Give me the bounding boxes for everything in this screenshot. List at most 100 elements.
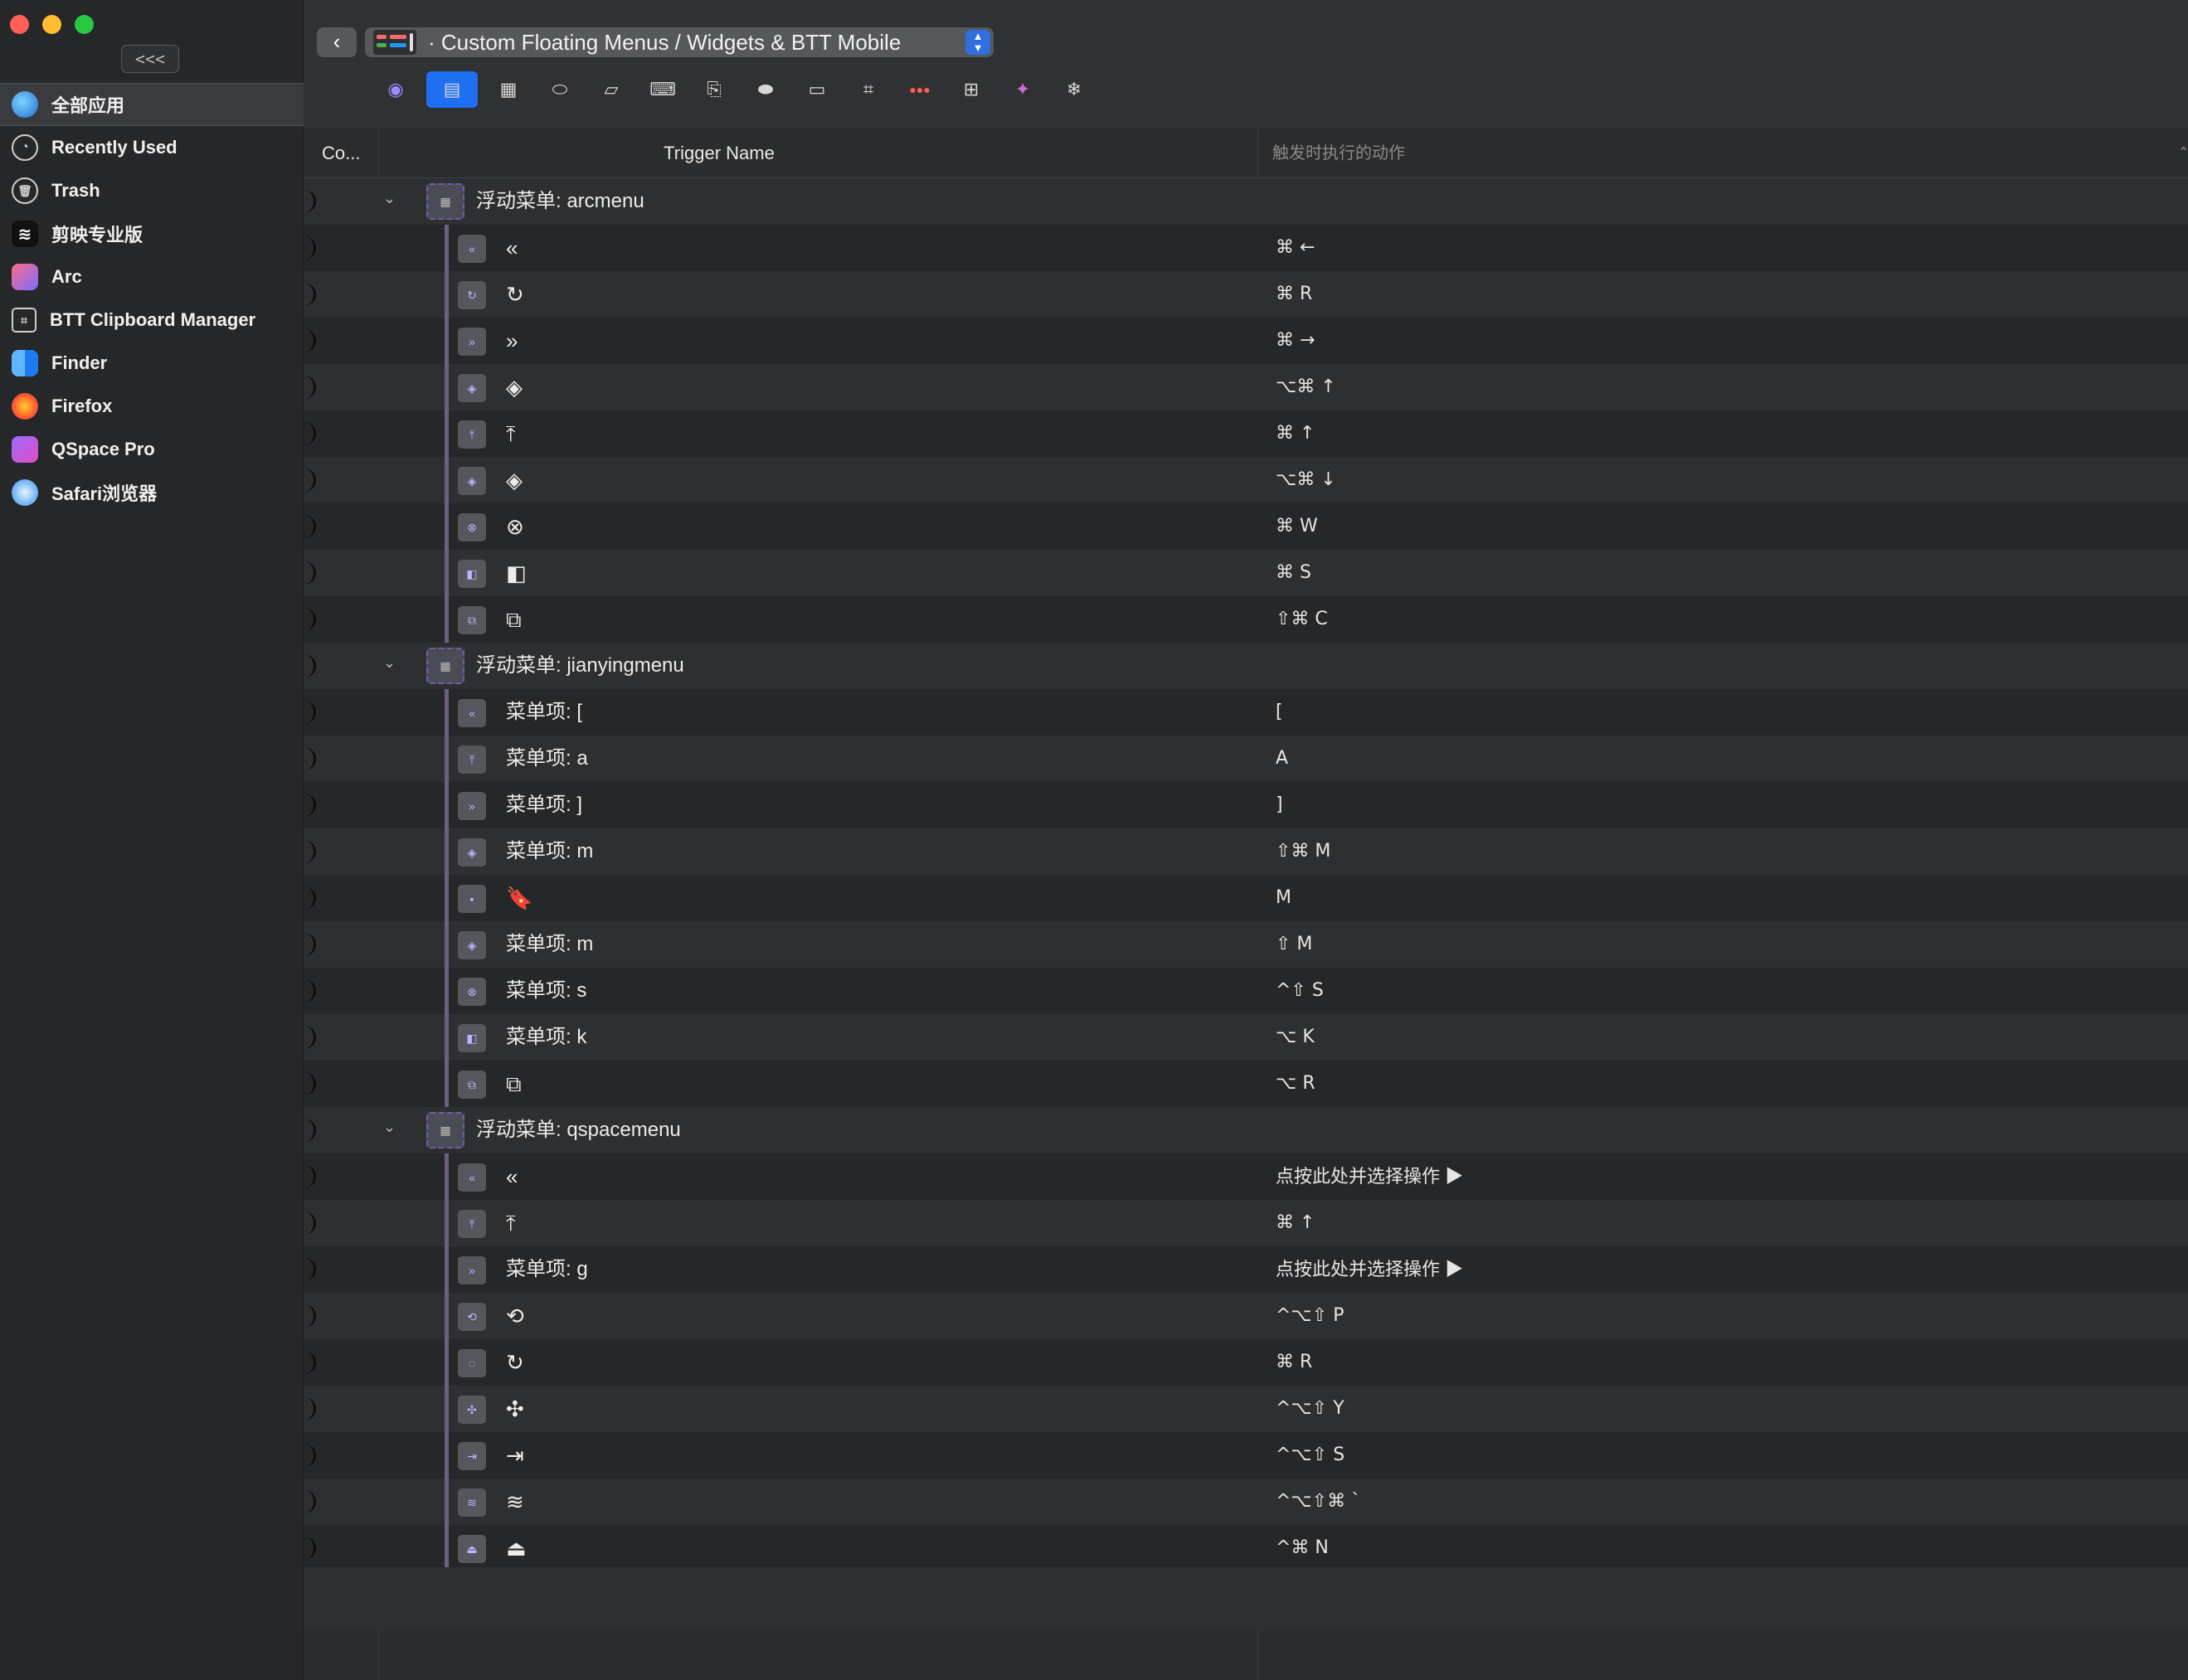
collapse-sidebar-button[interactable]: <<< xyxy=(121,45,179,73)
sidebar-app-item[interactable]: Arc xyxy=(0,255,304,299)
drawing-icon[interactable]: ⌗ xyxy=(848,71,889,108)
action-cell[interactable]: ^⌥⇧ S xyxy=(1276,1432,1344,1478)
sidebar-app-item[interactable]: QSpace Pro xyxy=(0,428,304,471)
chevron-down-icon[interactable]: ⌄ xyxy=(383,190,396,207)
row-enabled-toggle[interactable] xyxy=(304,608,316,631)
action-cell[interactable]: ⌥ R xyxy=(1276,1061,1315,1107)
sidebar-app-item[interactable]: ⌗ BTT Clipboard Manager xyxy=(0,299,304,342)
sidebar-app-item[interactable]: ≋ 剪映专业版 xyxy=(0,212,304,255)
sidebar-app-item[interactable]: ◔ Recently Used xyxy=(0,126,304,169)
menu-group-row[interactable]: ⌄ ▦ 浮动菜单: jianyingmenu xyxy=(304,643,2188,689)
table-row[interactable]: ◈ 菜单项: m ⇧⌘ M xyxy=(304,828,2188,875)
table-row[interactable]: « « 点按此处并选择操作 ▶ xyxy=(304,1153,2188,1200)
column-header-trigger-name[interactable]: Trigger Name xyxy=(304,129,1135,178)
floating-menu-icon[interactable]: ▤ xyxy=(426,71,478,108)
row-enabled-toggle[interactable] xyxy=(304,1119,316,1142)
table-row[interactable]: ⊗ 菜单项: s ^⇧ S xyxy=(304,968,2188,1014)
sidebar-app-item[interactable]: 🗑 Trash xyxy=(0,169,304,212)
zoom-window-button[interactable] xyxy=(75,15,94,34)
automation-icon[interactable]: ❄ xyxy=(1053,71,1095,108)
table-row[interactable]: ◧ 菜单项: k ⌥ K xyxy=(304,1014,2188,1061)
table-row[interactable]: ◌ ↻ ⌘ R xyxy=(304,1339,2188,1386)
key-sequence-icon[interactable]: ⎘ xyxy=(693,71,735,108)
row-enabled-toggle[interactable] xyxy=(304,283,316,306)
table-row[interactable]: » 菜单项: ]] xyxy=(304,782,2188,828)
trigger-category-select[interactable]: · Custom Floating Menus / Widgets & BTT … xyxy=(365,27,994,57)
close-window-button[interactable] xyxy=(10,15,29,34)
table-row[interactable]: ✣ ✣ ^⌥⇧ Y xyxy=(304,1386,2188,1432)
minimize-window-button[interactable] xyxy=(42,15,61,34)
row-enabled-toggle[interactable] xyxy=(304,561,316,585)
row-enabled-toggle[interactable] xyxy=(304,701,316,724)
action-cell[interactable]: ⇧ M xyxy=(1276,921,1312,968)
table-row[interactable]: ◈ ◈ ⌥⌘ ↑ xyxy=(304,364,2188,410)
action-cell[interactable]: ⇧⌘ M xyxy=(1276,828,1330,875)
row-enabled-toggle[interactable] xyxy=(304,1211,316,1235)
magic-mouse-icon[interactable]: ⬭ xyxy=(539,71,581,108)
touch-bar-grid-icon[interactable]: ▦ xyxy=(488,71,529,108)
table-row[interactable]: ↻ ↻ ⌘ R xyxy=(304,271,2188,318)
table-row[interactable]: ▪ 🔖 M xyxy=(304,875,2188,921)
row-enabled-toggle[interactable] xyxy=(304,1444,316,1467)
table-row[interactable]: ◧ ◧ ⌘ S xyxy=(304,550,2188,596)
back-button[interactable]: ‹ xyxy=(317,27,357,57)
row-enabled-toggle[interactable] xyxy=(304,1072,316,1095)
action-cell[interactable]: ^⇧ S xyxy=(1276,968,1324,1014)
action-cell[interactable]: 点按此处并选择操作 ▶ xyxy=(1276,1246,1463,1293)
window-snap-icon[interactable]: ●●● xyxy=(899,71,941,108)
action-cell[interactable]: ] xyxy=(1276,782,1283,828)
trackpad-icon[interactable]: ▱ xyxy=(591,71,632,108)
menu-group-row[interactable]: ⌄ ▦ 浮动菜单: arcmenu xyxy=(304,178,2188,225)
normal-mouse-icon[interactable]: ⬬ xyxy=(745,71,786,108)
table-row[interactable]: ⏏ ⏏ ^⌘ N xyxy=(304,1525,2188,1571)
action-cell[interactable]: 点按此处并选择操作 ▶ xyxy=(1276,1153,1463,1200)
sidebar-app-item[interactable]: Firefox xyxy=(0,385,304,428)
sidebar-app-item[interactable]: Finder xyxy=(0,342,304,385)
sidebar-app-item[interactable]: 全部应用 xyxy=(0,83,304,126)
controller-icon[interactable]: ⊞ xyxy=(951,71,992,108)
row-enabled-toggle[interactable] xyxy=(304,1537,316,1560)
action-cell[interactable]: ⌘ S xyxy=(1276,550,1311,596)
action-cell[interactable]: ⌘ R xyxy=(1276,271,1312,318)
gesture-icon[interactable]: ✦ xyxy=(1002,71,1043,108)
action-cell[interactable]: ⌥ K xyxy=(1276,1014,1315,1061)
table-row[interactable]: « 菜单项: [[ xyxy=(304,689,2188,736)
action-cell[interactable]: ^⌘ N xyxy=(1276,1525,1329,1571)
sidebar-app-item[interactable]: Safari浏览器 xyxy=(0,471,304,514)
row-enabled-toggle[interactable] xyxy=(304,422,316,445)
column-header-action[interactable]: 触发时执行的动作 xyxy=(1272,129,1405,178)
action-cell[interactable]: ⇧⌘ C xyxy=(1276,596,1328,643)
row-enabled-toggle[interactable] xyxy=(304,1490,316,1513)
trackpad-circle-icon[interactable]: ◉ xyxy=(375,71,416,108)
row-enabled-toggle[interactable] xyxy=(304,329,316,352)
action-cell[interactable]: ⌘ → xyxy=(1276,318,1315,364)
table-row[interactable]: » 菜单项: g 点按此处并选择操作 ▶ xyxy=(304,1246,2188,1293)
sort-icon[interactable]: ⌃ xyxy=(2178,129,2188,178)
keyboard-icon[interactable]: ⌨ xyxy=(642,71,683,108)
row-enabled-toggle[interactable] xyxy=(304,933,316,956)
row-enabled-toggle[interactable] xyxy=(304,747,316,770)
row-enabled-toggle[interactable] xyxy=(304,654,316,677)
table-row[interactable]: ⤒ 菜单项: a A xyxy=(304,736,2188,782)
table-row[interactable]: ⟲ ⟲ ^⌥⇧ P xyxy=(304,1293,2188,1339)
action-cell[interactable]: ⌘ W xyxy=(1276,503,1318,550)
row-enabled-toggle[interactable] xyxy=(304,1304,316,1328)
table-row[interactable]: ◈ ◈ ⌥⌘ ↓ xyxy=(304,457,2188,503)
row-enabled-toggle[interactable] xyxy=(304,1026,316,1049)
table-row[interactable]: ⤒ ⤒ ⌘ ↑ xyxy=(304,410,2188,457)
chevron-down-icon[interactable]: ⌄ xyxy=(383,654,396,672)
row-enabled-toggle[interactable] xyxy=(304,840,316,863)
action-cell[interactable]: ⌥⌘ ↑ xyxy=(1276,364,1336,410)
siri-remote-icon[interactable]: ▭ xyxy=(796,71,838,108)
action-cell[interactable]: ^⌥⇧ Y xyxy=(1276,1386,1344,1432)
action-cell[interactable]: ⌥⌘ ↓ xyxy=(1276,457,1336,503)
table-row[interactable]: » » ⌘ → xyxy=(304,318,2188,364)
table-row[interactable]: « « ⌘ ← xyxy=(304,225,2188,271)
table-row[interactable]: ≋ ≋ ^⌥⇧⌘ ` xyxy=(304,1478,2188,1525)
row-enabled-toggle[interactable] xyxy=(304,1351,316,1374)
action-cell[interactable]: ⌘ ↑ xyxy=(1276,1200,1315,1246)
row-enabled-toggle[interactable] xyxy=(304,236,316,260)
row-enabled-toggle[interactable] xyxy=(304,190,316,213)
action-cell[interactable]: M xyxy=(1276,875,1291,921)
action-cell[interactable]: ^⌥⇧⌘ ` xyxy=(1276,1478,1360,1525)
